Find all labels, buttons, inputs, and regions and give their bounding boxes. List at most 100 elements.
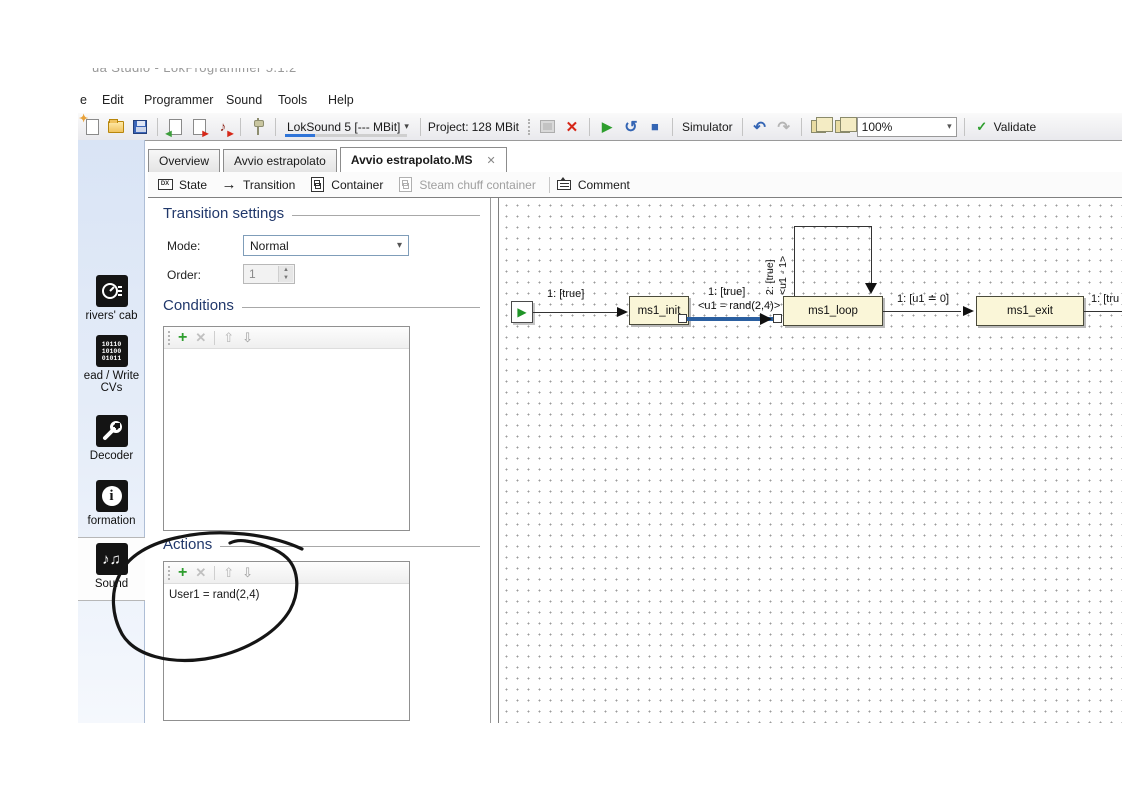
close-tab-icon[interactable]: ✕ — [486, 154, 495, 167]
export-sound-icon[interactable]: ♪► — [213, 117, 233, 137]
editor-content: Transition settings Mode: Normal▾ Order:… — [148, 197, 1122, 723]
info-icon: i — [96, 480, 128, 512]
speedometer-icon — [96, 275, 128, 307]
new-file-icon[interactable]: ✦ — [82, 117, 102, 137]
start-play-icon: ▶ — [517, 306, 526, 318]
zoom-level-combo[interactable]: 100% ▾ — [857, 117, 957, 137]
arrowhead-3 — [963, 306, 974, 316]
tab-overview[interactable]: Overview — [148, 149, 220, 172]
window-title: ua Studio - LokProgrammer 5.1.2 — [92, 68, 297, 79]
self-loop-arrowhead — [865, 283, 877, 294]
transition-label-1[interactable]: 1: [true] — [547, 288, 584, 300]
sidebar-item-information[interactable]: i formation — [78, 480, 145, 527]
palette-container-button[interactable]: Container — [331, 178, 383, 192]
delete-action-icon: ✕ — [195, 565, 206, 581]
transition-label-2b[interactable]: <u1 = rand(2,4)> — [698, 300, 780, 312]
open-file-icon[interactable] — [106, 117, 126, 137]
binary-icon: 101101010001011 — [96, 335, 128, 367]
tab-avvio-estrapolato-ms[interactable]: Avvio estrapolato.MS ✕ — [340, 147, 507, 172]
zoom-page-icon[interactable] — [833, 117, 853, 137]
import-icon[interactable]: ◄ — [165, 117, 185, 137]
palette-steam-chuff-button: Steam chuff container — [419, 178, 536, 192]
menu-help[interactable]: Help — [328, 93, 354, 107]
conditions-header: Conditions — [163, 297, 480, 314]
container-icon — [308, 177, 326, 193]
redo-icon: ↷ — [774, 117, 794, 137]
mode-label: Mode: — [167, 239, 200, 253]
diagram-canvas[interactable]: ▶ 1: [true] ms1_init 1: [true] <u1 = ran… — [498, 198, 1122, 723]
mode-combobox[interactable]: Normal▾ — [243, 235, 409, 256]
transition-line-4[interactable] — [1084, 311, 1122, 312]
selected-arrowhead — [760, 313, 772, 325]
menu-bar: e Edit Programmer Sound Tools Help — [78, 90, 1122, 112]
start-node[interactable]: ▶ — [511, 301, 533, 323]
connection-progress — [285, 134, 407, 137]
delete-condition-icon: ✕ — [195, 330, 206, 346]
music-notes-icon: ♪♫ — [96, 543, 128, 575]
self-loop-right[interactable] — [871, 226, 872, 283]
conditions-toolbar: + ✕ ⇧ ⇩ — [164, 327, 409, 349]
transition-handle-start[interactable] — [678, 314, 687, 323]
simulator-button[interactable]: Simulator — [682, 120, 733, 134]
programmer-device-icon[interactable] — [248, 117, 268, 137]
transition-arrow-icon: → — [220, 177, 238, 193]
move-action-down-icon: ⇩ — [242, 565, 253, 581]
state-node-ms1-exit[interactable]: ms1_exit — [976, 296, 1084, 326]
actions-toolbar: + ✕ ⇧ ⇩ — [164, 562, 409, 584]
cancel-icon[interactable]: ✕ — [562, 117, 582, 137]
tab-avvio-estrapolato[interactable]: Avvio estrapolato — [223, 149, 337, 172]
move-condition-up-icon: ⇧ — [223, 330, 234, 346]
palette-comment-button[interactable]: Comment — [578, 178, 630, 192]
menu-edit[interactable]: Edit — [102, 93, 124, 107]
transition-label-2a[interactable]: 1: [true] — [708, 286, 745, 298]
reset-icon[interactable]: ↺ — [621, 117, 641, 137]
tab-strip: Overview Avvio estrapolato Avvio estrapo… — [148, 147, 510, 172]
move-action-up-icon: ⇧ — [223, 565, 234, 581]
transition-label-4[interactable]: 1: [tru — [1091, 293, 1119, 305]
zoom-fit-icon[interactable] — [809, 117, 829, 137]
palette-state-button[interactable]: State — [179, 178, 207, 192]
actions-header: Actions — [163, 536, 480, 553]
order-spinner: 1 ▲▼ — [243, 264, 295, 284]
write-decoder-icon — [538, 117, 558, 137]
navigation-sidebar: rivers' cab 101101010001011 ead / Write … — [78, 140, 145, 723]
add-condition-icon[interactable]: + — [178, 329, 187, 347]
actions-list[interactable]: + ✕ ⇧ ⇩ User1 = rand(2,4) — [163, 561, 410, 721]
menu-file[interactable]: e — [80, 93, 87, 107]
transition-line-1[interactable] — [533, 312, 619, 313]
device-dropdown[interactable]: LokSound 5 [--- MBit] ▾ — [281, 118, 415, 136]
state-icon: DX — [156, 177, 174, 193]
export-icon[interactable]: ► — [189, 117, 209, 137]
undo-icon[interactable]: ↶ — [750, 117, 770, 137]
self-loop-label[interactable]: 2: [true] <u1 - 1> — [764, 219, 790, 295]
transition-line-3[interactable] — [883, 311, 961, 312]
add-action-icon[interactable]: + — [178, 564, 187, 582]
palette-transition-button[interactable]: Transition — [243, 178, 295, 192]
wrench-icon — [96, 415, 128, 447]
stop-icon[interactable]: ■ — [645, 117, 665, 137]
project-size-value: 128 MBit — [472, 120, 519, 134]
move-condition-down-icon: ⇩ — [242, 330, 253, 346]
validate-button[interactable]: Validate — [994, 120, 1036, 134]
save-file-icon[interactable] — [130, 117, 150, 137]
sidebar-item-read-write-cvs[interactable]: 101101010001011 ead / Write CVs — [78, 335, 145, 394]
run-icon[interactable]: ▶ — [597, 117, 617, 137]
app-window: ua Studio - LokProgrammer 5.1.2 e Edit P… — [78, 68, 1122, 723]
transition-settings-header: Transition settings — [163, 205, 480, 222]
transition-handle-end[interactable] — [773, 314, 782, 323]
conditions-list[interactable]: + ✕ ⇧ ⇩ — [163, 326, 410, 531]
sidebar-item-drivers-cab[interactable]: rivers' cab — [78, 275, 145, 322]
self-loop-top[interactable] — [794, 226, 871, 227]
state-node-ms1-loop[interactable]: ms1_loop — [783, 296, 883, 326]
menu-tools[interactable]: Tools — [278, 93, 307, 107]
menu-sound[interactable]: Sound — [226, 93, 262, 107]
sidebar-item-sound[interactable]: ♪♫ Sound — [78, 543, 145, 590]
transition-label-3[interactable]: 1: [u1 ≐ 0] — [897, 292, 949, 305]
menu-programmer[interactable]: Programmer — [144, 93, 213, 107]
order-label: Order: — [167, 268, 201, 282]
sidebar-item-decoder[interactable]: Decoder — [78, 415, 145, 462]
main-toolbar: ✦ ◄ ► ♪► LokSound 5 [--- MBit] ▾ Project… — [78, 113, 1122, 141]
self-loop-left[interactable] — [794, 226, 795, 296]
project-label: Project: — [428, 120, 469, 134]
action-list-item[interactable]: User1 = rand(2,4) — [164, 584, 409, 606]
